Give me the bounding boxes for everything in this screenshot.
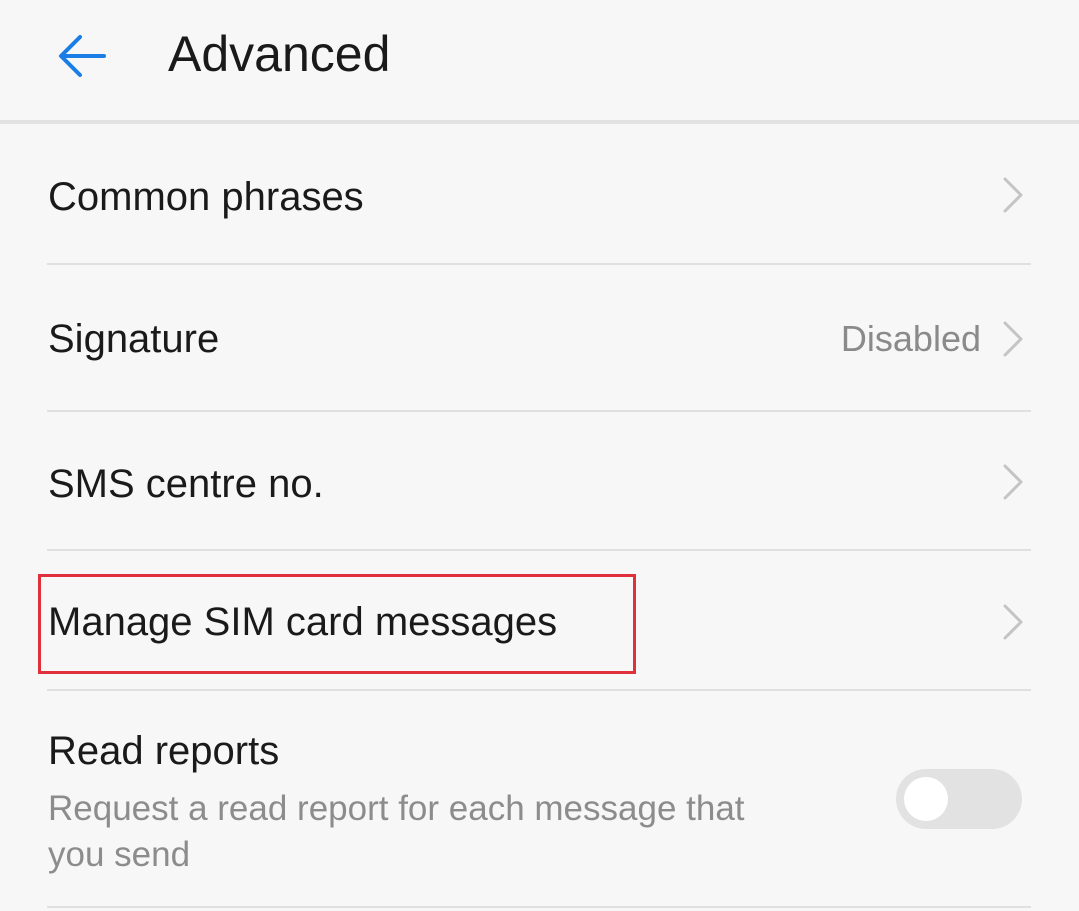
chevron-right-icon [1003,464,1023,500]
chevron-right-icon [1003,321,1023,357]
read-reports-description-line2: you send [48,835,191,874]
read-reports-toggle[interactable] [896,769,1022,829]
sms-centre-item[interactable]: SMS centre no. [0,412,1079,550]
signature-label: Signature [48,317,220,361]
chevron-right-icon [1003,177,1023,213]
app-bar: Advanced [0,0,1079,120]
arrow-left-icon [59,35,106,77]
chevron-right-icon [1003,604,1023,640]
sms-centre-label: SMS centre no. [48,462,324,506]
signature-item[interactable]: Signature Disabled [0,265,1079,410]
back-button[interactable] [40,14,124,98]
common-phrases-label: Common phrases [48,175,364,219]
read-reports-description-line1: Request a read report for each message t… [48,789,745,828]
manage-sim-card-messages-item[interactable]: Manage SIM card messages [0,551,1079,690]
manage-sim-card-messages-label: Manage SIM card messages [48,600,558,644]
common-phrases-item[interactable]: Common phrases [0,124,1079,264]
divider [47,906,1031,908]
signature-status: Disabled [840,318,981,359]
page-title: Advanced [168,26,391,82]
toggle-knob [904,777,948,821]
read-reports-label: Read reports [48,729,280,773]
